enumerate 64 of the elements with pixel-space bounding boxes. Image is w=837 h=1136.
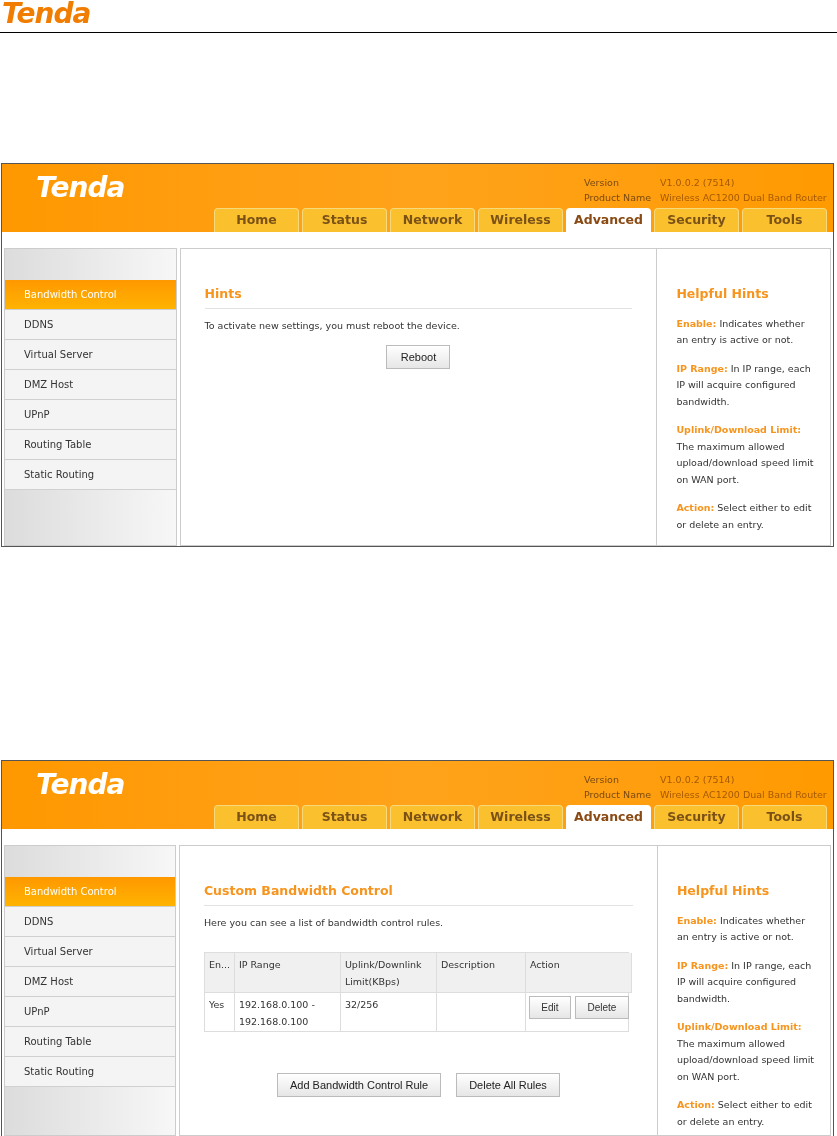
column-header: En... (204, 953, 235, 992)
hint-text: IP Range: In IP range, each IP will acquire configured bandwidth. (676, 361, 812, 409)
logo: Tenda (36, 174, 125, 202)
hint-text: Enable: Indicates whether an entry is active or not. (676, 316, 806, 348)
logo: Tenda (36, 771, 125, 799)
sidebar-item[interactable]: DDNS (5, 310, 176, 340)
delete-button[interactable]: Delete (574, 996, 629, 1019)
hints-title: Helpful Hints (676, 285, 770, 303)
edit-button[interactable]: Edit (528, 996, 571, 1019)
version-label: Version (584, 176, 620, 189)
nav-tab[interactable]: Status (302, 208, 387, 232)
nav-tab[interactable]: Tools (742, 805, 827, 829)
hint-text: IP Range: In IP range, each IP will acquire configured bandwidth. (676, 958, 813, 1006)
logo: Tenda (2, 0, 91, 28)
table-cell: 32/256 (340, 992, 437, 1031)
column-header: Uplink/Downlink Limit(KBps) (340, 953, 437, 992)
nav-tab[interactable]: Wireless (478, 805, 563, 829)
nav-tab[interactable]: Home (214, 208, 299, 232)
hint-text: Action: Select either to edit or delete an entry. (676, 501, 813, 532)
sidebar-item[interactable]: Virtual Server (5, 937, 175, 967)
product-label: Product Name (584, 191, 653, 204)
delete-all-button[interactable]: Delete All Rules (456, 1073, 560, 1097)
nav-tab[interactable]: Tools (742, 208, 827, 232)
hints-title: Helpful Hints (676, 882, 771, 900)
description-text: Here you can see a list of bandwidth control rules. (203, 915, 445, 930)
sidebar-item[interactable]: Static Routing (5, 460, 176, 490)
nav-tab[interactable]: Security (654, 208, 739, 232)
hint-text: Uplink/Download Limit: The maximum allowed upload/download speed limit on WAN port. (676, 1020, 816, 1084)
hint-text: Enable: Indicates whether an entry is active or not. (676, 913, 807, 945)
product-label: Product Name (584, 788, 653, 801)
nav-tab[interactable]: Advanced (566, 805, 651, 829)
description-text: To activate new settings, you must reboot the device. (204, 318, 461, 333)
sidebar-item[interactable]: Static Routing (5, 1057, 175, 1087)
version-value: V1.0.0.2 (7514) (660, 773, 736, 786)
nav-tab[interactable]: Security (654, 805, 739, 829)
sidebar-item[interactable]: Routing Table (5, 430, 176, 460)
add-rule-button[interactable]: Add Bandwidth Control Rule (276, 1073, 442, 1097)
sidebar-item[interactable]: UPnP (5, 400, 176, 430)
reboot-button[interactable]: Reboot (386, 345, 451, 369)
hint-text: Action: Select either to edit or delete an entry. (676, 1098, 813, 1129)
column-header: Description (436, 953, 526, 992)
sidebar-item[interactable]: DDNS (5, 907, 175, 937)
product-value: Wireless AC1200 Dual Band Router (660, 788, 827, 801)
nav-tab[interactable]: Network (390, 208, 475, 232)
section-title: Hints (204, 285, 633, 309)
section-title: Custom Bandwidth Control (203, 882, 633, 906)
version-value: V1.0.0.2 (7514) (660, 176, 736, 189)
product-value: Wireless AC1200 Dual Band Router (660, 191, 827, 204)
sidebar-item[interactable]: DMZ Host (5, 370, 176, 400)
nav-tab[interactable]: Network (390, 805, 475, 829)
nav-tab[interactable]: Advanced (566, 208, 651, 232)
nav-tab[interactable]: Home (214, 805, 299, 829)
column-header: Action (525, 953, 632, 992)
table-cell: Yes (204, 992, 235, 1031)
table-cell: 192.168.0.100 - 192.168.0.100 (234, 992, 341, 1031)
sidebar-item[interactable]: DMZ Host (5, 967, 175, 997)
version-label: Version (584, 773, 620, 786)
nav-tab[interactable]: Status (302, 805, 387, 829)
column-header: IP Range (234, 953, 341, 992)
hint-text: Uplink/Download Limit: The maximum allowed upload/download speed limit on WAN port. (676, 423, 815, 487)
sidebar-item[interactable]: Virtual Server (5, 340, 176, 370)
sidebar-item[interactable]: UPnP (5, 997, 175, 1027)
sidebar-item[interactable]: Routing Table (5, 1027, 175, 1057)
nav-tab[interactable]: Wireless (478, 208, 563, 232)
